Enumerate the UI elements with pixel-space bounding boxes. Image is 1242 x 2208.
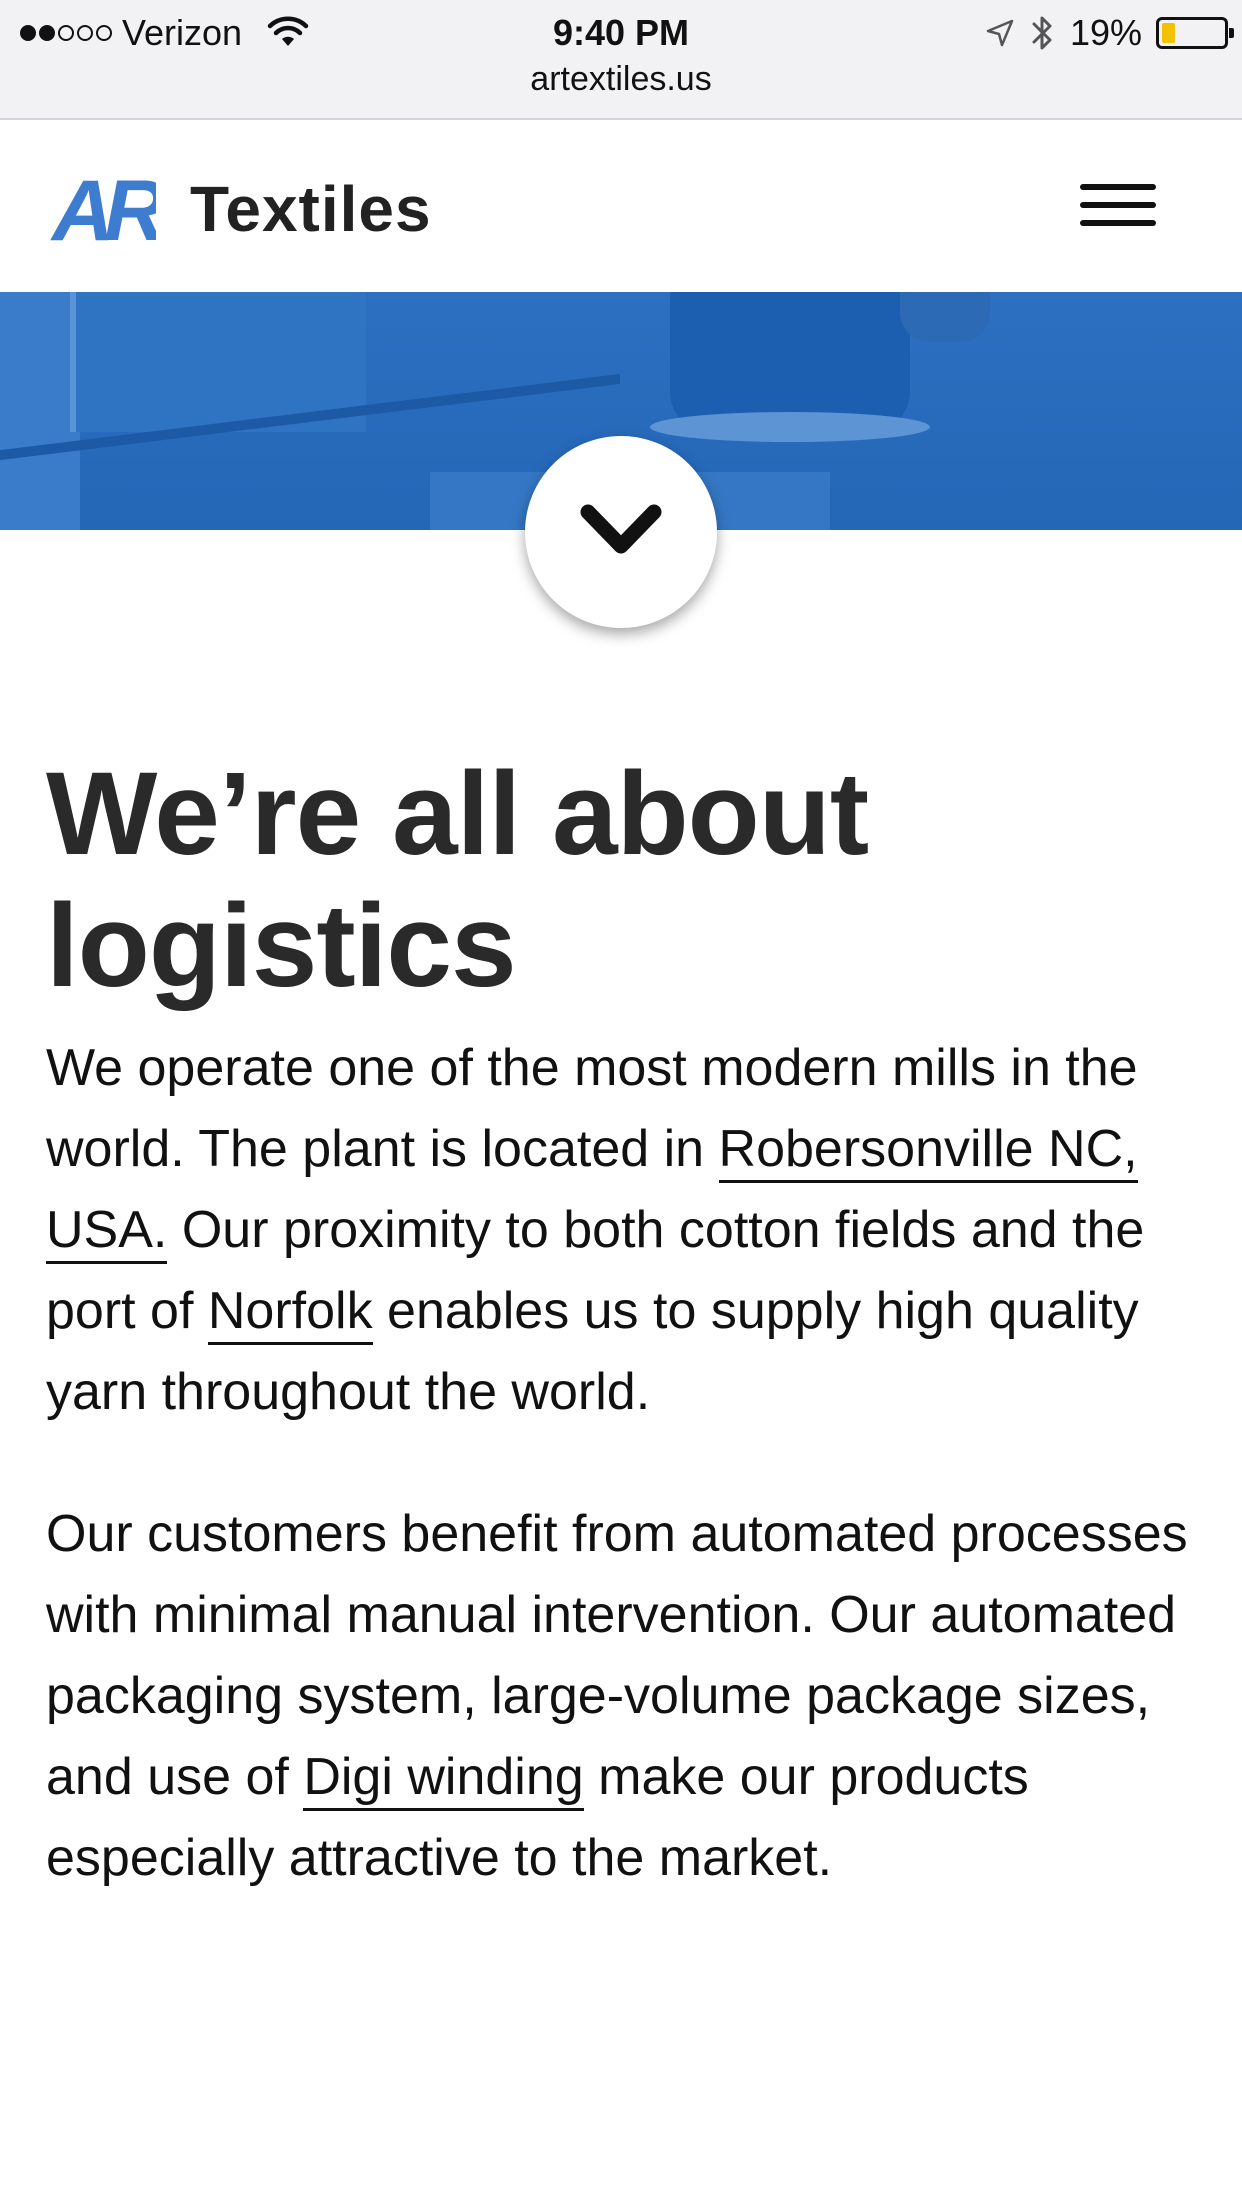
menu-button[interactable] [1076, 180, 1160, 230]
page-headline: We’re all about logistics [46, 748, 869, 1012]
address-bar-url[interactable]: artextiles.us [0, 60, 1242, 99]
battery-percent: 19% [1069, 12, 1142, 53]
location-arrow-icon [986, 19, 1014, 47]
bluetooth-icon [1032, 16, 1052, 50]
logo-text: AR [50, 164, 156, 248]
digi-winding-link[interactable]: Digi winding [303, 1748, 584, 1811]
chevron-down-icon [580, 504, 662, 554]
norfolk-link[interactable]: Norfolk [207, 1282, 373, 1345]
intro-paragraph: We operate one of the most modern mills … [46, 1028, 1216, 1433]
scroll-down-button[interactable] [525, 436, 717, 628]
status-right-group: 19% [984, 12, 1234, 54]
ar-logo[interactable]: AR [50, 164, 156, 248]
battery-icon [1156, 17, 1234, 49]
brand-name[interactable]: Textiles [190, 172, 432, 246]
customers-paragraph: Our customers benefit from automated pro… [46, 1494, 1216, 1899]
site-header: AR Textiles [0, 120, 1242, 292]
status-bar: Verizon 9:40 PM 19% artextiles.us [0, 0, 1242, 120]
